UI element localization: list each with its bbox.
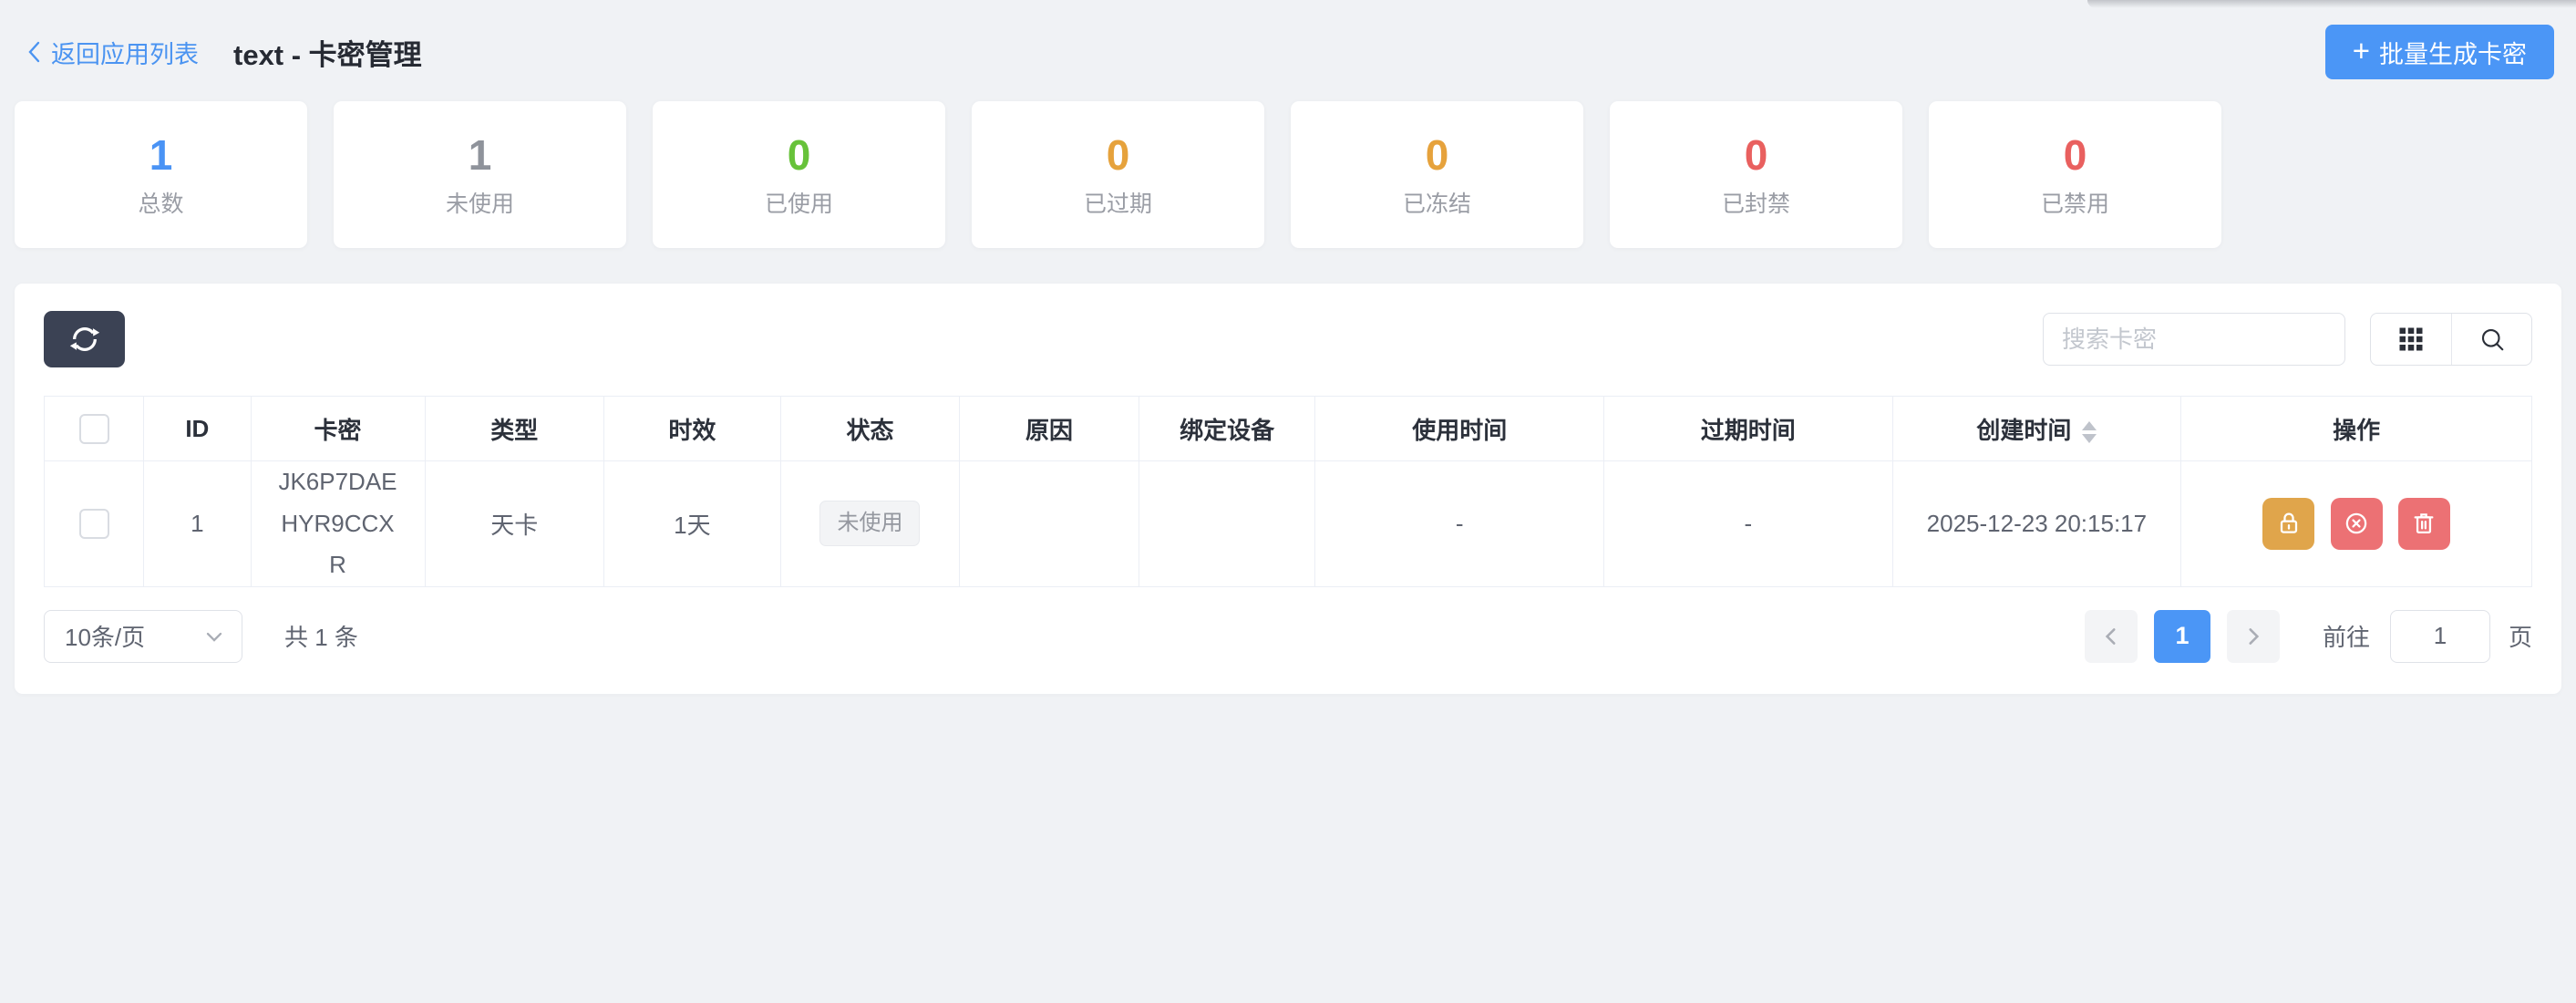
chevron-right-icon: [2241, 625, 2265, 648]
sort-icon[interactable]: [2082, 421, 2097, 443]
grid-icon: [2397, 326, 2425, 353]
table-header-row: ID 卡密 类型 时效 状态 原因 绑定设备 使用时间 过期时间 创建时间 操作: [45, 397, 2532, 461]
chevron-left-icon: [2099, 625, 2123, 648]
stat-value: 1: [149, 134, 173, 176]
column-header-key: 卡密: [251, 397, 425, 461]
column-header-status: 状态: [780, 397, 959, 461]
cell-used-time: -: [1315, 461, 1604, 587]
grid-view-button[interactable]: [2371, 314, 2451, 365]
stat-value: 0: [1107, 134, 1130, 176]
stat-value: 0: [1745, 134, 1768, 176]
stat-label: 已封禁: [1722, 193, 1790, 216]
column-header-id: ID: [144, 397, 251, 461]
select-all-checkbox[interactable]: [79, 414, 109, 444]
status-badge: 未使用: [819, 501, 920, 546]
prev-page-button[interactable]: [2085, 610, 2138, 663]
stat-label: 已禁用: [2041, 193, 2109, 216]
stat-value: 0: [1426, 134, 1449, 176]
table-toolbar: [44, 311, 2532, 367]
cell-status: 未使用: [780, 461, 959, 587]
column-header-reason: 原因: [960, 397, 1139, 461]
stat-label: 已使用: [765, 193, 833, 216]
created-time-label: 创建时间: [1976, 417, 2071, 444]
back-label: 返回应用列表: [51, 35, 199, 70]
freeze-button[interactable]: [2262, 498, 2314, 550]
row-checkbox[interactable]: [79, 509, 109, 539]
current-page-button[interactable]: 1: [2154, 610, 2210, 663]
main-panel: ID 卡密 类型 时效 状态 原因 绑定设备 使用时间 过期时间 创建时间 操作…: [15, 284, 2561, 694]
page-header: 返回应用列表 text - 卡密管理 + 批量生成卡密: [0, 0, 2576, 80]
stat-card-total: 1 总数: [15, 101, 307, 248]
page-size-value: 10条/页: [65, 619, 145, 653]
column-header-expire-time: 过期时间: [1604, 397, 1893, 461]
column-header-used-time: 使用时间: [1315, 397, 1604, 461]
stat-card-frozen: 0 已冻结: [1291, 101, 1583, 248]
goto-label: 前往: [2323, 619, 2370, 653]
pagination-bar: 10条/页 共 1 条 1 前往 页: [44, 610, 2532, 663]
refresh-icon: [69, 324, 100, 355]
next-page-button[interactable]: [2227, 610, 2280, 663]
delete-button[interactable]: [2398, 498, 2450, 550]
cell-id: 1: [144, 461, 251, 587]
table-row: 1 JK6P7DAEHYR9CCXR 天卡 1天 未使用 - - 2025-12…: [45, 461, 2532, 587]
trash-icon: [2409, 509, 2438, 538]
stats-row: 1 总数 1 未使用 0 已使用 0 已过期 0 已冻结 0 已封禁 0 已禁用: [0, 101, 2576, 248]
top-shadow-strip: [2087, 0, 2576, 8]
column-header-duration: 时效: [604, 397, 781, 461]
refresh-button[interactable]: [44, 311, 125, 367]
ban-button[interactable]: [2331, 498, 2383, 550]
column-header-select: [45, 397, 144, 461]
stat-value: 0: [2064, 134, 2087, 176]
stat-value: 0: [788, 134, 811, 176]
cell-device: [1139, 461, 1315, 587]
column-header-device: 绑定设备: [1139, 397, 1315, 461]
back-link[interactable]: 返回应用列表: [24, 35, 199, 70]
column-header-actions: 操作: [2181, 397, 2532, 461]
stat-card-unused: 1 未使用: [334, 101, 626, 248]
cell-reason: [960, 461, 1139, 587]
page-size-select[interactable]: 10条/页: [44, 610, 242, 663]
view-toggle-group: [2370, 313, 2532, 366]
search-input[interactable]: [2043, 313, 2345, 366]
cell-created-time: 2025-12-23 20:15:17: [1892, 461, 2181, 587]
card-key-value: JK6P7DAEHYR9CCXR: [278, 461, 397, 586]
goto-page-input[interactable]: [2390, 610, 2490, 663]
stat-card-disabled: 0 已禁用: [1929, 101, 2221, 248]
cell-key: JK6P7DAEHYR9CCXR: [251, 461, 425, 587]
cell-expire-time: -: [1604, 461, 1893, 587]
page-unit-label: 页: [2509, 619, 2532, 653]
batch-generate-label: 批量生成卡密: [2379, 35, 2527, 70]
stat-label: 总数: [138, 193, 183, 216]
stat-label: 已过期: [1084, 193, 1152, 216]
stat-card-expired: 0 已过期: [972, 101, 1264, 248]
plus-icon: +: [2353, 36, 2370, 66]
chevron-down-icon: [201, 624, 227, 649]
stat-card-used: 0 已使用: [653, 101, 945, 248]
search-button[interactable]: [2451, 314, 2531, 365]
stat-label: 已冻结: [1403, 193, 1471, 216]
page-title: text - 卡密管理: [233, 32, 422, 73]
cell-actions: [2181, 461, 2532, 587]
batch-generate-button[interactable]: + 批量生成卡密: [2325, 25, 2554, 79]
column-header-created-time: 创建时间: [1892, 397, 2181, 461]
stat-label: 未使用: [446, 193, 514, 216]
circle-x-icon: [2342, 509, 2371, 538]
lock-icon: [2274, 509, 2303, 538]
cell-type: 天卡: [425, 461, 603, 587]
cell-select: [45, 461, 144, 587]
stat-value: 1: [469, 134, 492, 176]
search-icon: [2478, 326, 2506, 353]
column-header-type: 类型: [425, 397, 603, 461]
chevron-left-icon: [24, 39, 46, 65]
total-count: 共 1 条: [284, 619, 358, 653]
card-keys-table: ID 卡密 类型 时效 状态 原因 绑定设备 使用时间 过期时间 创建时间 操作…: [44, 396, 2532, 587]
stat-card-banned: 0 已封禁: [1610, 101, 1902, 248]
cell-duration: 1天: [604, 461, 781, 587]
